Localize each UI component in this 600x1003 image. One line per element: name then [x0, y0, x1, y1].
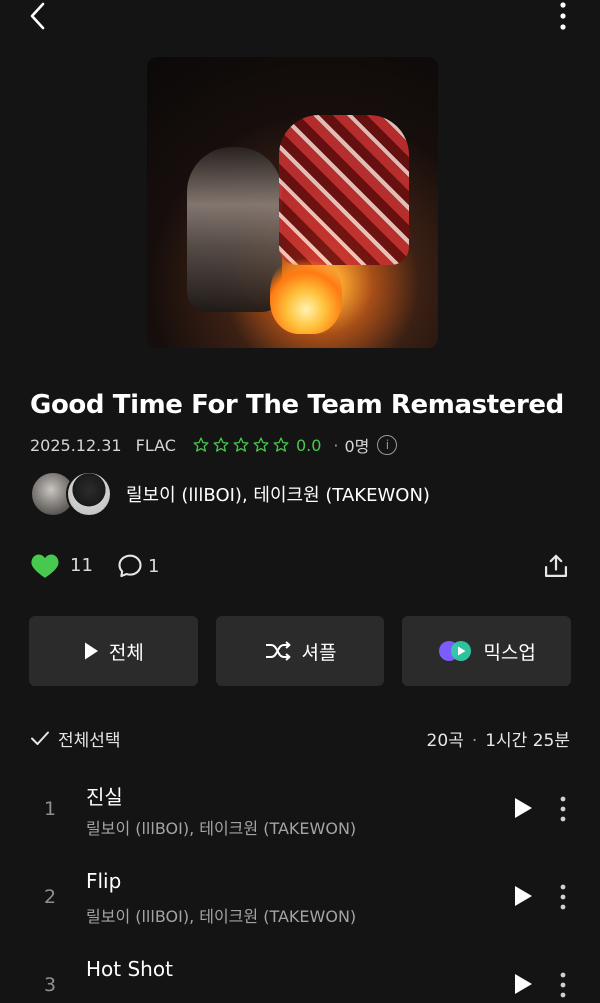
mixup-button[interactable]: 믹스업 — [402, 616, 572, 686]
artist-row[interactable]: 릴보이 (lllBOI), 테이크원 (TAKEWON) — [30, 470, 430, 518]
rating-stars[interactable] — [192, 436, 290, 454]
star-outline-icon — [213, 437, 229, 452]
select-all-label: 전체선택 — [58, 730, 121, 751]
shuffle-button[interactable]: 셔플 — [215, 616, 385, 686]
share-button[interactable] — [542, 552, 570, 584]
back-icon — [30, 2, 45, 30]
track-row[interactable]: 1 진실 릴보이 (lllBOI), 테이크원 (TAKEWON) — [0, 770, 600, 858]
track-artist: 릴보이 (lllBOI), 테이크원 (TAKEWON) — [86, 819, 357, 838]
track-title: Flip — [86, 869, 122, 893]
shuffle-label: 셔플 — [301, 641, 337, 664]
mixup-label: 믹스업 — [483, 641, 536, 664]
rating-value: 0.0 — [295, 435, 322, 455]
track-artist: 릴보이 (lllBOI), 테이크원 (TAKEWON) — [86, 907, 357, 926]
track-number: 1 — [44, 798, 57, 820]
more-vertical-icon[interactable] — [560, 796, 566, 822]
top-bar — [0, 0, 600, 36]
info-icon[interactable]: i — [377, 435, 398, 455]
cover-campfire — [270, 252, 342, 334]
more-vertical-icon[interactable] — [560, 972, 566, 998]
album-meta: 2025.12.31 FLAC 0.0 · 0명 i — [30, 433, 398, 457]
more-vertical-icon — [560, 2, 566, 30]
audio-format: FLAC — [135, 435, 176, 455]
track-number: 2 — [44, 886, 57, 908]
total-duration: 1시간 25분 — [485, 730, 570, 751]
select-all-toggle[interactable]: 전체선택 — [30, 726, 121, 751]
checkmark-icon — [31, 731, 49, 745]
play-icon[interactable] — [512, 972, 534, 996]
play-icon — [84, 642, 98, 660]
comment-button[interactable]: 1 — [116, 552, 159, 580]
album-title: Good Time For The Team Remastered — [30, 390, 564, 420]
track-title: Hot Shot — [86, 957, 173, 981]
like-button[interactable]: 11 — [30, 552, 93, 579]
artist-avatar — [66, 471, 112, 517]
comment-count: 1 — [148, 555, 160, 577]
track-summary: 20곡 · 1시간 25분 — [427, 726, 570, 751]
track-list-header: 전체선택 20곡 · 1시간 25분 — [30, 724, 570, 752]
cover-figure-right — [279, 115, 409, 265]
star-outline-icon — [193, 437, 209, 452]
heart-filled-icon — [31, 554, 59, 578]
more-vertical-icon[interactable] — [560, 884, 566, 910]
song-count: 20곡 — [426, 730, 464, 751]
play-icon[interactable] — [512, 884, 534, 908]
track-row[interactable]: 3 Hot Shot — [0, 946, 600, 1003]
track-title: 진실 — [86, 785, 123, 809]
star-outline-icon — [253, 437, 269, 452]
mixup-icon — [439, 641, 472, 661]
album-cover[interactable] — [147, 57, 438, 348]
star-outline-icon — [233, 437, 249, 452]
track-number: 3 — [44, 974, 57, 996]
play-all-button[interactable]: 전체 — [29, 616, 198, 686]
play-icon[interactable] — [512, 796, 534, 820]
playback-buttons: 전체 셔플 믹스업 — [29, 616, 572, 686]
rating-count: 0명 — [344, 437, 370, 456]
social-actions: 11 1 — [30, 552, 570, 584]
track-row[interactable]: 2 Flip 릴보이 (lllBOI), 테이크원 (TAKEWON) — [0, 858, 600, 946]
share-icon — [544, 554, 568, 578]
cover-figure-left — [187, 147, 282, 312]
track-list: 1 진실 릴보이 (lllBOI), 테이크원 (TAKEWON) 2 Flip… — [0, 770, 600, 1003]
summary-separator: · — [471, 730, 478, 751]
release-date: 2025.12.31 — [30, 435, 122, 455]
shuffle-icon — [265, 641, 291, 661]
more-options-button[interactable] — [548, 0, 578, 32]
play-all-label: 전체 — [108, 641, 144, 664]
comment-icon — [118, 554, 142, 578]
back-button[interactable] — [22, 0, 52, 32]
star-outline-icon — [273, 437, 289, 452]
meta-separator: · — [333, 435, 339, 455]
artist-names[interactable]: 릴보이 (lllBOI), 테이크원 (TAKEWON) — [126, 481, 430, 507]
like-count: 11 — [70, 555, 93, 576]
